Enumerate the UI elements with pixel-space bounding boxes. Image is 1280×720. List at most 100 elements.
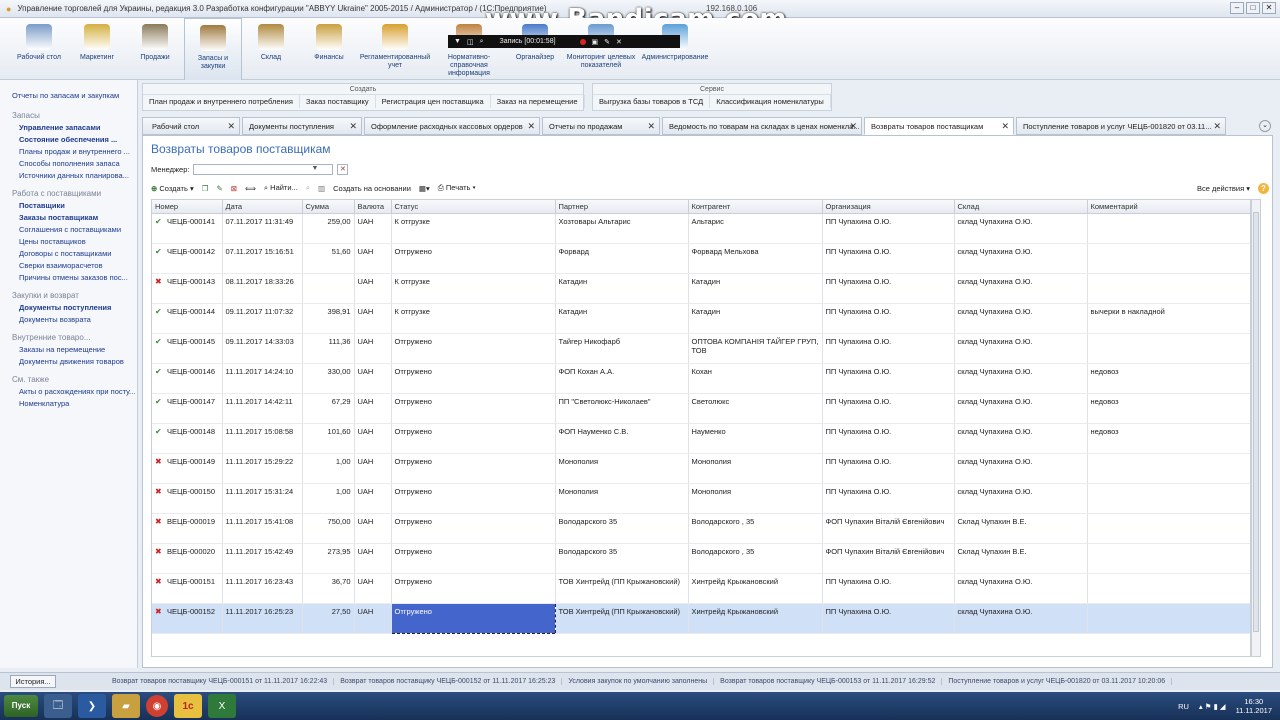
nav-link[interactable]: Состояние обеспечения ... <box>12 134 137 146</box>
cell-counterparty[interactable]: Володарского , 35 <box>688 543 823 574</box>
command-service-item[interactable]: Выгрузка базы товаров в ТСД <box>593 95 711 108</box>
cell-status[interactable]: Отгружено <box>391 483 556 514</box>
section-desktop[interactable]: Рабочий стол <box>10 18 68 80</box>
cell-number[interactable]: ✔ ЧЕЦБ-000141 <box>152 213 223 244</box>
cell-sum[interactable]: 1,00 <box>302 483 355 514</box>
cell-partner[interactable]: Катадин <box>555 303 689 334</box>
cell-partner[interactable]: Володарского 35 <box>555 513 689 544</box>
cell-currency[interactable]: UAH <box>354 243 392 274</box>
nav-link[interactable]: Поставщики <box>12 200 137 212</box>
cell-comment[interactable] <box>1087 333 1250 364</box>
cell-sum[interactable]: 36,70 <box>302 573 355 604</box>
chrome-app-icon[interactable]: ◉ <box>146 695 168 717</box>
tray-icons[interactable]: ▴ ⚑ ▮ ◢ <box>1199 702 1226 711</box>
link-icon[interactable]: ⟺ <box>245 184 256 193</box>
cell-status[interactable]: Отгружено <box>391 543 556 574</box>
cell-sum[interactable]: 111,36 <box>302 333 355 364</box>
find-button[interactable]: ⌕ Найти... <box>264 183 298 193</box>
cell-currency[interactable]: UAH <box>354 303 392 334</box>
cell-warehouse[interactable]: склад Чупахина О.Ю. <box>954 483 1088 514</box>
nav-link[interactable]: Акты о расхождениях при посту... <box>12 386 137 398</box>
record-icon[interactable] <box>579 38 586 45</box>
column-header[interactable]: Дата <box>222 200 303 214</box>
cell-org[interactable]: ПП Чупахина О.Ю. <box>822 453 955 484</box>
cell-status[interactable]: Отгружено <box>391 453 556 484</box>
cell-number[interactable]: ✖ ЧЕЦБ-000151 <box>152 573 223 604</box>
delete-icon[interactable]: ⊠ <box>231 184 237 193</box>
table-row[interactable]: ✖ ЧЕЦБ-000152 11.11.2017 16:25:23 27,50 UAH О… <box>152 602 1250 634</box>
cell-warehouse[interactable]: склад Чупахина О.Ю. <box>954 243 1088 274</box>
cell-counterparty[interactable]: Форвард Мельхова <box>688 243 823 274</box>
clock[interactable]: 16:30 11.11.2017 <box>1236 697 1272 715</box>
column-header[interactable]: Валюта <box>354 200 392 214</box>
cell-date[interactable]: 09.11.2017 14:33:03 <box>222 333 303 364</box>
section-accounting[interactable]: Регламентированный учет <box>358 18 432 80</box>
column-header[interactable]: Контрагент <box>688 200 823 214</box>
column-header[interactable]: Партнер <box>555 200 689 214</box>
all-actions-button[interactable]: Все действия ▾ <box>1197 184 1250 193</box>
section-sales[interactable]: Продажи <box>126 18 184 80</box>
column-header[interactable]: Организация <box>822 200 955 214</box>
cell-number[interactable]: ✖ ЧЕЦБ-000149 <box>152 453 223 484</box>
cell-number[interactable]: ✔ ЧЕЦБ-000144 <box>152 303 223 334</box>
cell-date[interactable]: 11.11.2017 15:41:08 <box>222 513 303 544</box>
cell-number[interactable]: ✔ ЧЕЦБ-000145 <box>152 333 223 364</box>
nav-link[interactable]: Управление запасами <box>12 122 137 134</box>
close-tab-icon[interactable]: ✕ <box>849 121 857 132</box>
section-reference[interactable]: Нормативно-справочная информация <box>432 18 506 80</box>
section-admin[interactable]: Администрирование <box>638 18 712 80</box>
cell-currency[interactable]: UAH <box>354 513 392 544</box>
table-row[interactable]: ✖ ЧЕЦБ-000149 11.11.2017 15:29:22 1,00 UAH От… <box>152 453 1250 484</box>
cell-comment[interactable] <box>1087 273 1250 304</box>
cell-counterparty[interactable]: Хинтрейд Крыжановский <box>688 603 823 634</box>
cell-sum[interactable]: 750,00 <box>302 513 355 544</box>
column-header[interactable]: Сумма <box>302 200 355 214</box>
cell-counterparty[interactable]: Монополия <box>688 483 823 514</box>
reports-menu-icon[interactable]: ▦▾ <box>419 184 430 193</box>
cell-sum[interactable]: 1,00 <box>302 453 355 484</box>
cell-status[interactable]: Отгружено <box>391 573 556 604</box>
cell-number[interactable]: ✖ ЧЕЦБ-000150 <box>152 483 223 514</box>
excel-app-icon[interactable]: X <box>208 694 236 718</box>
cell-date[interactable]: 07.11.2017 11:31:49 <box>222 213 303 244</box>
cell-org[interactable]: ПП Чупахина О.Ю. <box>822 213 955 244</box>
recorder-close-icon[interactable]: ✕ <box>616 38 622 46</box>
cell-date[interactable]: 11.11.2017 14:42:11 <box>222 393 303 424</box>
nav-link[interactable]: Договоры с поставщиками <box>12 248 137 260</box>
cell-counterparty[interactable]: Володарского , 35 <box>688 513 823 544</box>
cell-number[interactable]: ✖ ВЕЦБ-000019 <box>152 513 223 544</box>
cell-warehouse[interactable]: склад Чупахина О.Ю. <box>954 573 1088 604</box>
nav-link[interactable]: Планы продаж и внутреннего ... <box>12 146 137 158</box>
recorder-menu-icon[interactable]: ▼ <box>454 38 461 45</box>
cell-status[interactable]: Отгружено <box>391 513 556 544</box>
nav-link[interactable]: Способы пополнения запаса <box>12 158 137 170</box>
vertical-scrollbar[interactable] <box>1251 199 1261 657</box>
close-button[interactable]: ✕ <box>1262 2 1276 14</box>
cell-partner[interactable]: ФОП Кохан А.А. <box>555 363 689 394</box>
command-create-item[interactable]: Регистрация цен поставщика <box>376 95 491 108</box>
cell-date[interactable]: 11.11.2017 15:08:58 <box>222 423 303 454</box>
create-button[interactable]: ⊕ Создать ▾ <box>151 184 194 193</box>
cell-org[interactable]: ФОП Чупахин Віталій Євгенійович <box>822 513 955 544</box>
cell-org[interactable]: ПП Чупахина О.Ю. <box>822 573 955 604</box>
cell-org[interactable]: ПП Чупахина О.Ю. <box>822 423 955 454</box>
nav-link[interactable]: Заказы на перемещение <box>12 344 137 356</box>
cell-status[interactable]: Отгружено <box>391 393 556 424</box>
nav-group-title[interactable]: Закупки и возврат <box>12 290 137 302</box>
cell-partner[interactable]: Монополия <box>555 453 689 484</box>
cell-partner[interactable]: Хозтовары Альтарис <box>555 213 689 244</box>
edit-icon[interactable]: ✎ <box>217 184 223 193</box>
cell-org[interactable]: ПП Чупахина О.Ю. <box>822 603 955 634</box>
cell-status[interactable]: К отгрузке <box>391 213 556 244</box>
cell-warehouse[interactable]: склад Чупахина О.Ю. <box>954 363 1088 394</box>
cell-org[interactable]: ПП Чупахина О.Ю. <box>822 483 955 514</box>
tab[interactable]: Ведомость по товарам на складах в ценах … <box>662 117 862 135</box>
nav-link[interactable]: Причины отмены заказов пос... <box>12 272 137 284</box>
camera-icon[interactable]: ▣ <box>592 38 599 46</box>
command-create-item[interactable]: Заказ на перемещение <box>491 95 585 108</box>
table-row[interactable]: ✖ ВЕЦБ-000019 11.11.2017 15:41:08 750,00 UAH… <box>152 513 1250 544</box>
cell-status[interactable]: К отгрузке <box>391 303 556 334</box>
history-item[interactable]: Возврат товаров поставщику ЧЕЦБ-000152 о… <box>334 678 563 685</box>
cell-status[interactable]: Отгружено <box>391 243 556 274</box>
cell-org[interactable]: ПП Чупахина О.Ю. <box>822 303 955 334</box>
